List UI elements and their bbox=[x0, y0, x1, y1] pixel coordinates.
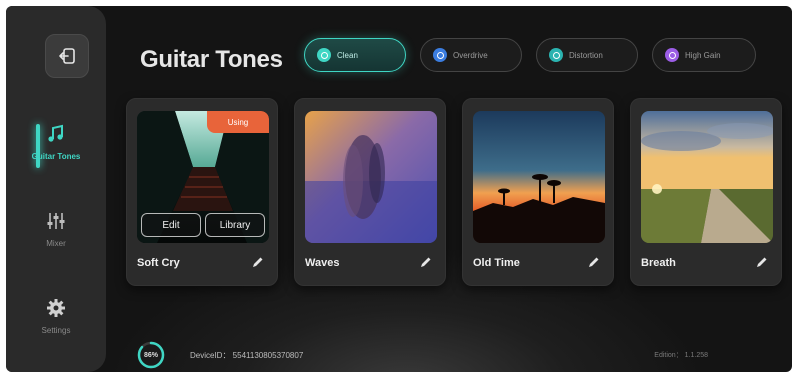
tab-label: High Gain bbox=[685, 50, 721, 60]
tone-card-waves[interactable]: Waves bbox=[294, 98, 446, 286]
sidebar-item-guitar-tones[interactable]: Guitar Tones bbox=[6, 124, 106, 161]
tone-artwork bbox=[305, 111, 437, 243]
pencil-icon[interactable] bbox=[587, 255, 601, 269]
pencil-icon[interactable] bbox=[251, 255, 265, 269]
tone-name: Waves bbox=[305, 257, 340, 269]
tab-high-gain[interactable]: High Gain bbox=[652, 38, 756, 72]
using-badge: Using bbox=[207, 111, 269, 133]
edit-button[interactable]: Edit bbox=[141, 213, 201, 237]
tone-artwork: Using Edit Library bbox=[137, 111, 269, 243]
music-note-icon bbox=[48, 124, 63, 142]
sunset-image bbox=[473, 111, 605, 243]
progress-percent: 86% bbox=[143, 351, 158, 359]
sidebar-item-mixer[interactable]: Mixer bbox=[6, 211, 106, 248]
tone-name: Old Time bbox=[473, 257, 520, 269]
tab-label: Clean bbox=[337, 50, 358, 60]
tone-artwork bbox=[641, 111, 773, 243]
page-title: Guitar Tones bbox=[140, 46, 283, 73]
tone-card-breath[interactable]: Breath bbox=[630, 98, 782, 286]
edition-version: Edition： 1.1.258 bbox=[654, 352, 708, 359]
exit-button[interactable] bbox=[45, 34, 89, 78]
app-screen: Guitar Tones Mixer Settings Guitar Tones… bbox=[6, 6, 792, 372]
gear-icon bbox=[47, 299, 65, 317]
overdrive-tone-icon bbox=[433, 48, 447, 62]
sidebar-item-label: Mixer bbox=[46, 239, 66, 248]
device-id: DeviceID： 5541130805370807 bbox=[190, 351, 304, 360]
tab-overdrive[interactable]: Overdrive bbox=[420, 38, 522, 72]
pencil-icon[interactable] bbox=[419, 255, 433, 269]
road-image bbox=[641, 111, 773, 243]
tab-clean[interactable]: Clean bbox=[304, 38, 406, 72]
library-button[interactable]: Library bbox=[205, 213, 265, 237]
tone-card-old-time[interactable]: Old Time bbox=[462, 98, 614, 286]
tone-name: Soft Cry bbox=[137, 257, 180, 269]
sidebar: Guitar Tones Mixer Settings bbox=[6, 6, 106, 372]
waves-image bbox=[305, 111, 437, 243]
sliders-icon bbox=[47, 213, 65, 229]
clean-tone-icon bbox=[317, 48, 331, 62]
tone-artwork bbox=[473, 111, 605, 243]
pencil-icon[interactable] bbox=[755, 255, 769, 269]
tab-label: Distortion bbox=[569, 50, 603, 60]
exit-icon bbox=[59, 48, 75, 64]
sidebar-item-settings[interactable]: Settings bbox=[6, 298, 106, 335]
sidebar-item-label: Guitar Tones bbox=[31, 152, 81, 161]
sidebar-item-label: Settings bbox=[41, 326, 71, 335]
tab-distortion[interactable]: Distortion bbox=[536, 38, 638, 72]
high-gain-tone-icon bbox=[665, 48, 679, 62]
tone-name: Breath bbox=[641, 257, 676, 269]
tab-label: Overdrive bbox=[453, 50, 488, 60]
tone-card-soft-cry[interactable]: Using Edit Library Soft Cry bbox=[126, 98, 278, 286]
distortion-tone-icon bbox=[549, 48, 563, 62]
